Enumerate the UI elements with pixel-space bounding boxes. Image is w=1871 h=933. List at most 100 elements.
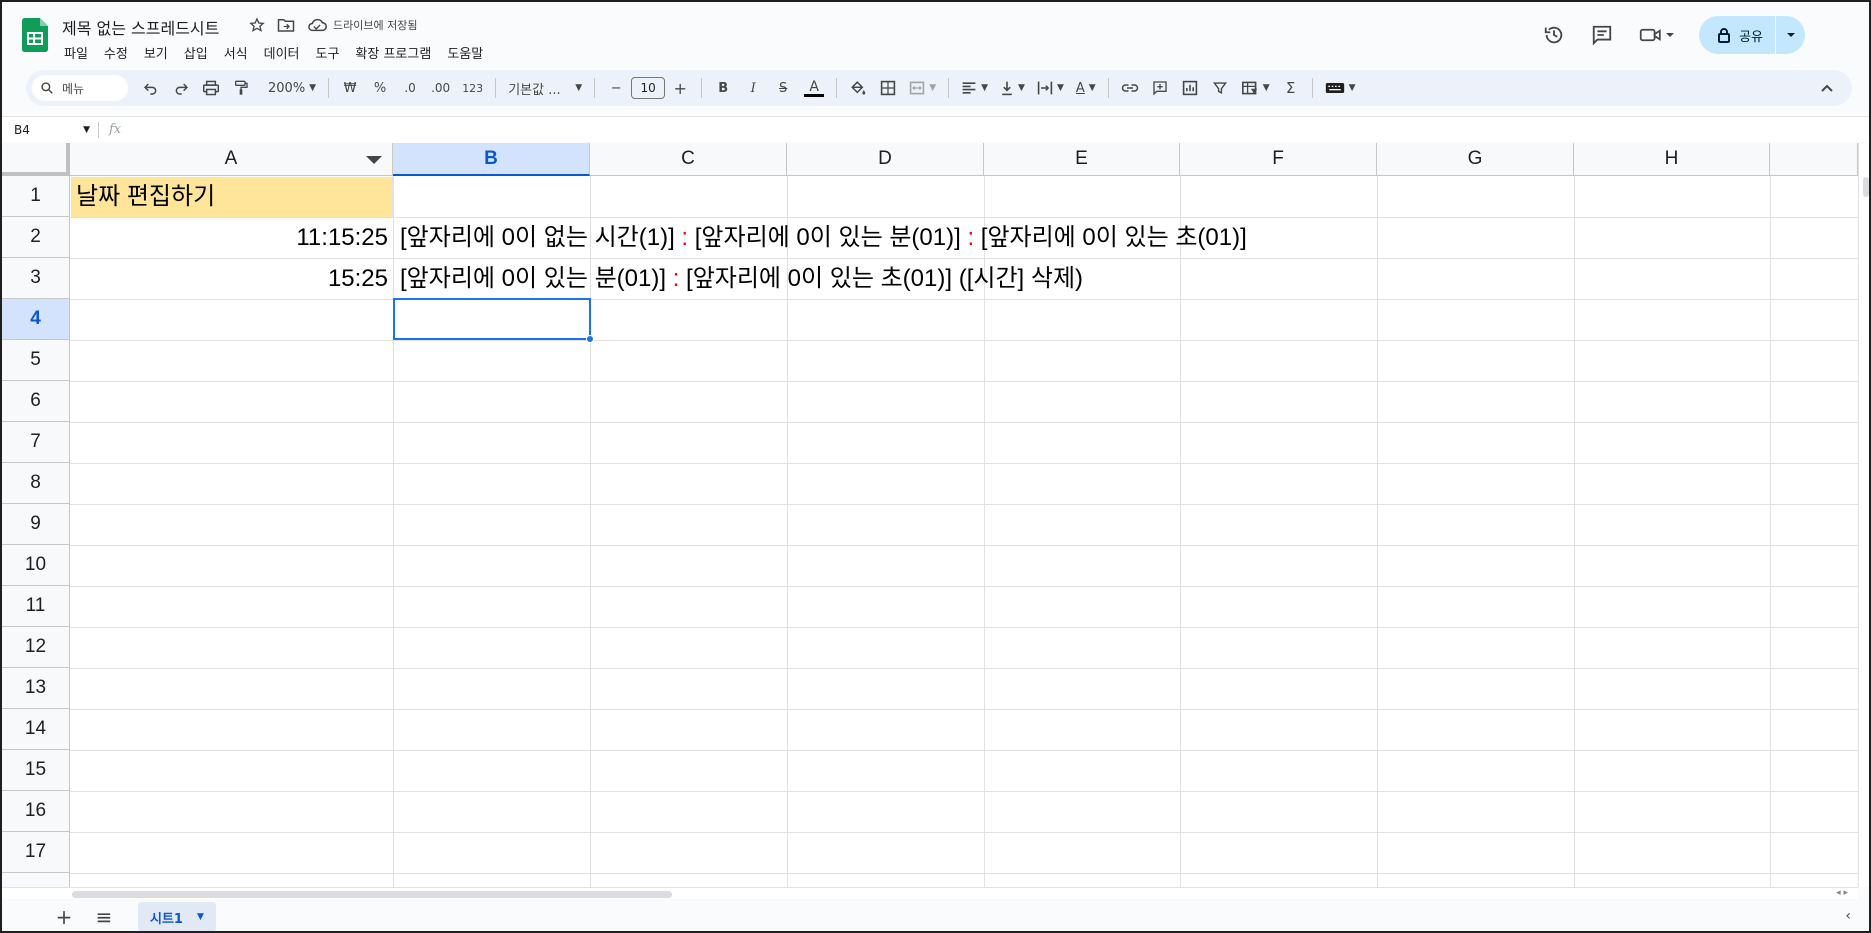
input-tools-button[interactable]: ▼ (1321, 74, 1360, 102)
currency-format-button[interactable]: ₩ (337, 74, 363, 102)
row-header-17[interactable]: 17 (2, 832, 70, 873)
collapse-toolbar-button[interactable] (1814, 74, 1840, 102)
font-size-input[interactable]: 10 (631, 77, 666, 99)
row-header-15[interactable]: 15 (2, 750, 70, 791)
filter-views-button[interactable]: ▼ (1237, 74, 1274, 102)
row-header-10[interactable]: 10 (2, 545, 70, 586)
column-header-h[interactable]: H (1574, 143, 1770, 176)
row-header-9[interactable]: 9 (2, 504, 70, 545)
add-sheet-button[interactable]: + (44, 902, 84, 931)
undo-button[interactable] (138, 74, 164, 102)
horizontal-scrollbar[interactable]: ◂ ▸ (2, 887, 1858, 899)
row-header-12[interactable]: 12 (2, 627, 70, 668)
name-box[interactable]: B4 ▼ (2, 123, 98, 137)
fill-color-button[interactable] (845, 74, 871, 102)
menu-format[interactable]: 서식 (216, 43, 256, 62)
cell-b2[interactable]: [앞자리에 0이 없는 시간(1)] : [앞자리에 0이 있는 분(01)] … (400, 218, 1247, 258)
column-header-a[interactable]: A (70, 143, 393, 176)
sheets-logo-icon[interactable] (22, 18, 48, 52)
percent-format-button[interactable]: % (367, 74, 393, 102)
selected-cell-b4[interactable] (393, 298, 594, 343)
star-icon[interactable] (249, 17, 265, 33)
explore-toggle-chevron-icon[interactable]: ‹ (1845, 908, 1851, 924)
horizontal-align-button[interactable]: ▼ (957, 74, 992, 102)
insert-comment-button[interactable] (1147, 74, 1173, 102)
zoom-select[interactable]: 200% ▼ (264, 74, 320, 102)
share-dropdown-button[interactable] (1775, 16, 1805, 54)
menu-help[interactable]: 도움말 (439, 43, 491, 62)
functions-button[interactable]: Σ (1278, 74, 1304, 102)
row-header-16[interactable]: 16 (2, 791, 70, 832)
column-header-f[interactable]: F (1180, 143, 1377, 176)
menu-edit[interactable]: 수정 (96, 43, 136, 62)
vertical-scroll-thumb[interactable] (1863, 177, 1869, 197)
column-header-c[interactable]: C (590, 143, 787, 176)
redo-button[interactable] (168, 74, 194, 102)
all-sheets-button[interactable]: ≡ (84, 902, 124, 931)
paint-format-button[interactable] (228, 74, 254, 102)
number-format-button[interactable]: 123 (458, 74, 487, 102)
row-header-3[interactable]: 3 (2, 258, 70, 299)
cell-a3[interactable]: 15:25 (71, 259, 388, 299)
text-wrapping-button[interactable]: ▼ (1033, 74, 1068, 102)
comments-button[interactable] (1589, 22, 1615, 48)
menu-data[interactable]: 데이터 (256, 43, 308, 62)
decrease-decimal-button[interactable]: .0 (397, 74, 423, 102)
spreadsheet-grid[interactable]: A B C D E F G H 1 2 3 4 5 6 7 8 9 10 11 … (2, 143, 1858, 887)
cell-a2[interactable]: 11:15:25 (71, 218, 388, 258)
column-header-d[interactable]: D (787, 143, 984, 176)
menu-insert[interactable]: 삽입 (176, 43, 216, 62)
row-header-11[interactable]: 11 (2, 586, 70, 627)
filter-dropdown-icon[interactable] (366, 156, 382, 164)
column-header-g[interactable]: G (1377, 143, 1574, 176)
row-header-2[interactable]: 2 (2, 217, 70, 258)
row-header-18[interactable] (2, 873, 70, 887)
strikethrough-button[interactable]: S (770, 74, 796, 102)
menu-file[interactable]: 파일 (62, 43, 96, 62)
fill-handle[interactable] (586, 335, 594, 343)
row-header-4[interactable]: 4 (2, 299, 70, 340)
menu-view[interactable]: 보기 (136, 43, 176, 62)
scroll-arrows-icon[interactable]: ◂ ▸ (1836, 888, 1848, 898)
merge-cells-button[interactable]: ▼ (905, 74, 940, 102)
select-all-corner[interactable] (2, 143, 70, 176)
vertical-scrollbar[interactable] (1858, 143, 1869, 887)
decrease-font-size-button[interactable]: − (603, 74, 629, 102)
text-color-button[interactable]: A (800, 74, 828, 102)
font-family-select[interactable]: 기본값 ... ▼ (504, 74, 586, 102)
increase-font-size-button[interactable]: + (667, 74, 693, 102)
row-header-7[interactable]: 7 (2, 422, 70, 463)
italic-button[interactable]: I (740, 74, 766, 102)
vertical-align-button[interactable]: ▼ (996, 74, 1029, 102)
create-filter-button[interactable] (1207, 74, 1233, 102)
column-header-e[interactable]: E (984, 143, 1180, 176)
share-button[interactable]: 공유 (1699, 16, 1775, 54)
insert-link-button[interactable] (1117, 74, 1143, 102)
increase-decimal-button[interactable]: .00 (427, 74, 454, 102)
formula-input[interactable] (121, 117, 1869, 142)
print-button[interactable] (198, 74, 224, 102)
text-rotation-button[interactable]: A ▼ (1072, 74, 1100, 102)
row-header-14[interactable]: 14 (2, 709, 70, 750)
sheet-tab-1[interactable]: 시트1 ▼ (138, 902, 216, 931)
row-header-8[interactable]: 8 (2, 463, 70, 504)
bold-button[interactable]: B (710, 74, 736, 102)
menu-extensions[interactable]: 확장 프로그램 (347, 43, 439, 62)
menu-search[interactable]: 메뉴 (32, 75, 128, 101)
row-header-13[interactable]: 13 (2, 668, 70, 709)
row-header-6[interactable]: 6 (2, 381, 70, 422)
version-history-button[interactable] (1541, 22, 1567, 48)
document-title[interactable]: 제목 없는 스프레드시트 (62, 15, 219, 39)
row-header-5[interactable]: 5 (2, 340, 70, 381)
column-header-i[interactable] (1770, 143, 1858, 176)
horizontal-scroll-thumb[interactable] (72, 891, 672, 898)
cell-a1[interactable]: 날짜 편집하기 (76, 177, 215, 217)
chevron-down-icon[interactable]: ▼ (197, 912, 204, 922)
menu-tools[interactable]: 도구 (308, 43, 348, 62)
meet-button[interactable] (1637, 22, 1677, 48)
insert-chart-button[interactable] (1177, 74, 1203, 102)
row-header-1[interactable]: 1 (2, 176, 70, 217)
cloud-saved-icon[interactable] (307, 17, 327, 33)
cell-b3[interactable]: [앞자리에 0이 있는 분(01)] : [앞자리에 0이 있는 초(01)] … (400, 259, 1083, 299)
column-header-b[interactable]: B (393, 143, 590, 176)
